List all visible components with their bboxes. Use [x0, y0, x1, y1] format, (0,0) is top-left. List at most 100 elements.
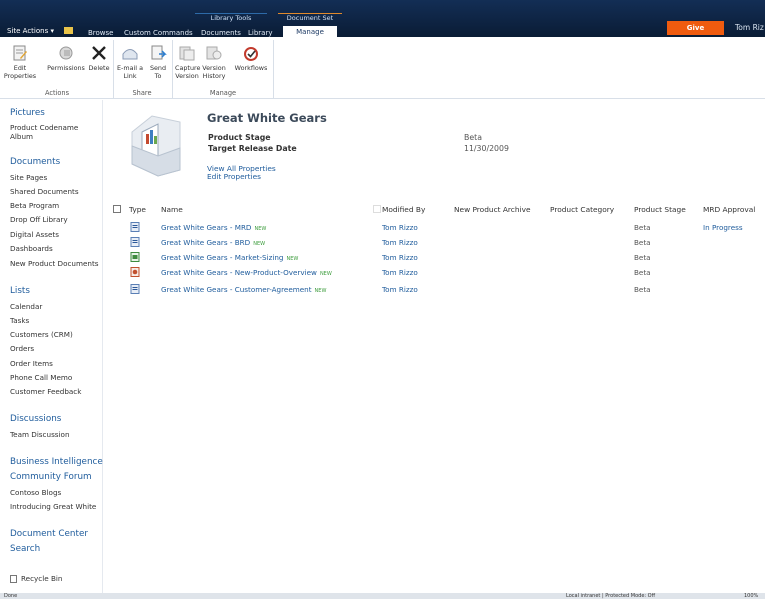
- capture-icon: [179, 46, 195, 61]
- tab-documents[interactable]: Documents: [201, 29, 241, 37]
- column-header-mrd-approval[interactable]: MRD Approval: [703, 205, 755, 214]
- column-header-product-stage[interactable]: Product Stage: [634, 205, 686, 214]
- nav-item-contoso-blogs[interactable]: Contoso Blogs: [10, 488, 61, 497]
- target-release-value: 11/30/2009: [464, 144, 509, 153]
- edit-properties-link[interactable]: Edit Properties: [207, 172, 261, 181]
- delete-button[interactable]: Delete: [88, 44, 110, 72]
- excel-document-icon: [130, 252, 140, 262]
- document-name-link[interactable]: Great White Gears - New-Product-Overview…: [161, 268, 332, 277]
- nav-item-dashboards[interactable]: Dashboards: [10, 244, 53, 253]
- nav-heading-community-forum[interactable]: Community Forum: [10, 472, 92, 482]
- zoom-level[interactable]: 100%: [744, 593, 758, 599]
- modified-by-link[interactable]: Tom Rizzo: [382, 223, 418, 232]
- nav-item-drop-off-library[interactable]: Drop Off Library: [10, 215, 68, 224]
- email-link-button[interactable]: E-mail a Link: [117, 44, 143, 80]
- tab-library[interactable]: Library: [248, 29, 272, 37]
- nav-heading-documents[interactable]: Documents: [10, 157, 60, 167]
- nav-item-shared-documents[interactable]: Shared Documents: [10, 187, 79, 196]
- capture-label-1: Capture: [175, 64, 201, 72]
- modified-by-link[interactable]: Tom Rizzo: [382, 268, 418, 277]
- context-group-library-tools: Library Tools: [210, 14, 252, 22]
- document-name-link[interactable]: Great White Gears - Market-Sizing NEW: [161, 253, 298, 262]
- product-stage-cell: Beta: [634, 285, 651, 294]
- send-label-2: To: [154, 72, 162, 80]
- site-actions-label: Site Actions: [7, 27, 49, 35]
- document-name-link[interactable]: Great White Gears - BRD NEW: [161, 238, 265, 247]
- document-name-link[interactable]: Great White Gears - Customer-Agreement NE…: [161, 285, 326, 294]
- security-zone: Local intranet | Protected Mode: Off: [566, 593, 656, 599]
- nav-item-site-pages[interactable]: Site Pages: [10, 173, 47, 182]
- document-name: Great White Gears - Customer-Agreement: [161, 285, 312, 294]
- target-release-label: Target Release Date: [208, 144, 297, 153]
- nav-heading-business-intelligence[interactable]: Business Intelligence: [10, 457, 103, 467]
- properties-label: Properties: [3, 72, 37, 80]
- nav-heading-pictures[interactable]: Pictures: [10, 108, 45, 118]
- document-name-link[interactable]: Great White Gears - MRD NEW: [161, 223, 266, 232]
- powerpoint-document-icon: [130, 267, 140, 277]
- nav-item-album[interactable]: Album: [10, 132, 33, 141]
- permissions-icon: [59, 46, 73, 60]
- new-badge: NEW: [314, 288, 327, 294]
- version-label-1: Version: [202, 64, 226, 72]
- nav-item-beta-program[interactable]: Beta Program: [10, 201, 59, 210]
- column-header-modified-by[interactable]: Modified By: [382, 205, 425, 214]
- modified-by-checkbox[interactable]: [373, 205, 381, 213]
- nav-heading-document-center[interactable]: Document Center: [10, 529, 88, 539]
- select-all-checkbox[interactable]: [113, 205, 121, 213]
- capture-version-button[interactable]: Capture Version: [175, 44, 201, 80]
- nav-item-team-discussion[interactable]: Team Discussion: [10, 430, 70, 439]
- nav-item-calendar[interactable]: Calendar: [10, 302, 42, 311]
- send-to-button[interactable]: Send To: [147, 44, 169, 80]
- permissions-label: Permissions: [47, 64, 85, 72]
- modified-by-link[interactable]: Tom Rizzo: [382, 253, 418, 262]
- user-menu[interactable]: Tom Riz: [735, 23, 764, 32]
- nav-heading-search[interactable]: Search: [10, 544, 40, 554]
- document-set-icon: [131, 115, 181, 177]
- tab-custom-commands[interactable]: Custom Commands: [124, 29, 193, 37]
- recycle-bin-link[interactable]: Recycle Bin: [10, 574, 62, 583]
- nav-item-product-codename[interactable]: Product Codename: [10, 123, 78, 132]
- email-label-2: Link: [123, 72, 137, 80]
- email-icon: [122, 49, 138, 60]
- column-header-name[interactable]: Name: [161, 205, 183, 214]
- delete-icon: [92, 46, 106, 60]
- group-manage: Manage: [209, 89, 237, 97]
- nav-heading-lists[interactable]: Lists: [10, 286, 30, 296]
- nav-item-phone-call-memo[interactable]: Phone Call Memo: [10, 373, 72, 382]
- nav-item-orders[interactable]: Orders: [10, 344, 34, 353]
- nav-item-customers[interactable]: Customers (CRM): [10, 330, 73, 339]
- site-actions-menu[interactable]: Site Actions ▾: [7, 27, 54, 35]
- workflows-button[interactable]: Workflows: [232, 44, 270, 72]
- nav-item-digital-assets[interactable]: Digital Assets: [10, 230, 59, 239]
- edit-label: Edit: [13, 64, 27, 72]
- edit-icon: [13, 45, 27, 61]
- new-badge: NEW: [319, 271, 332, 277]
- nav-item-customer-feedback[interactable]: Customer Feedback: [10, 387, 81, 396]
- capture-label-2: Version: [175, 72, 199, 80]
- send-to-icon: [151, 45, 167, 60]
- folder-icon[interactable]: [64, 27, 73, 34]
- permissions-button[interactable]: Permissions: [46, 44, 86, 72]
- nav-item-new-product-documents[interactable]: New Product Documents: [10, 259, 99, 268]
- column-header-type[interactable]: Type: [129, 205, 146, 214]
- nav-heading-discussions[interactable]: Discussions: [10, 414, 61, 424]
- modified-by-link[interactable]: Tom Rizzo: [382, 285, 418, 294]
- give-feedback-button[interactable]: Give Feedback: [667, 21, 724, 46]
- document-name: Great White Gears - MRD: [161, 223, 252, 232]
- nav-item-order-items[interactable]: Order Items: [10, 359, 53, 368]
- product-stage-cell: Beta: [634, 238, 651, 247]
- word-document-icon: [130, 237, 140, 247]
- nav-item-tasks[interactable]: Tasks: [10, 316, 29, 325]
- edit-properties-button[interactable]: Edit Properties: [3, 44, 37, 80]
- context-group-document-set: Document Set: [286, 14, 334, 22]
- modified-by-link[interactable]: Tom Rizzo: [382, 238, 418, 247]
- group-separator: [273, 40, 274, 98]
- recycle-bin-label: Recycle Bin: [21, 574, 63, 583]
- mrd-approval-link[interactable]: In Progress: [703, 223, 743, 232]
- column-header-product-category[interactable]: Product Category: [550, 205, 614, 214]
- nav-item-introducing-great-white[interactable]: Introducing Great White: [10, 502, 96, 511]
- tab-browse[interactable]: Browse: [88, 29, 114, 37]
- column-header-new-product-archive[interactable]: New Product Archive: [454, 205, 531, 214]
- version-history-button[interactable]: Version History: [202, 44, 226, 80]
- group-actions: Actions: [44, 89, 70, 97]
